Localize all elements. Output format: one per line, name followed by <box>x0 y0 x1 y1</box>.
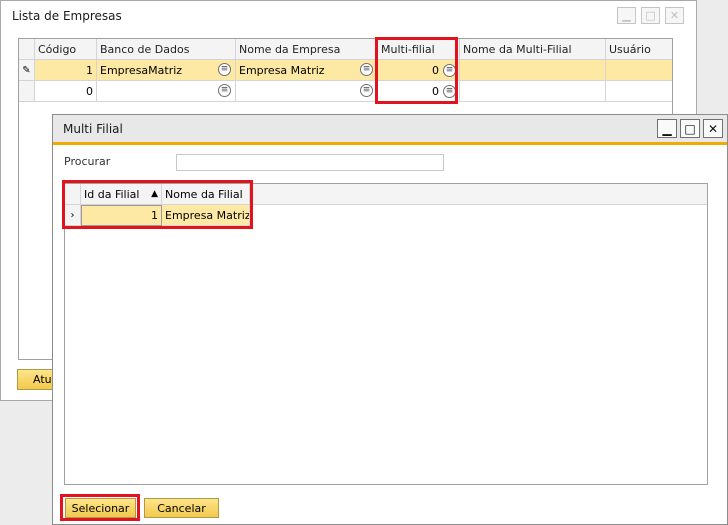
companies-window-titlebar: Lista de Empresas ▁ □ ✕ <box>1 1 696 31</box>
edit-pencil-icon: ✎ <box>19 60 35 81</box>
maximize-icon[interactable]: □ <box>641 7 660 24</box>
filial-grid-header: Id da Filial ▲ Nome da Filial <box>65 184 707 205</box>
cell-multi-filial-value: 0 <box>432 63 439 77</box>
cell-multi-filial[interactable]: 0 ≡ <box>378 60 460 81</box>
column-header-multi-filial[interactable]: Multi-filial <box>378 39 460 60</box>
choose-list-icon[interactable]: ≡ <box>443 63 456 77</box>
companies-window-title: Lista de Empresas <box>12 9 122 23</box>
cell-codigo[interactable]: 1 <box>35 60 97 81</box>
cell-multi-filial[interactable]: 0 ≡ <box>378 81 460 102</box>
cell-nome-da-empresa-value: Empresa Matriz <box>239 63 325 77</box>
row-pointer-icon[interactable]: › <box>65 205 81 226</box>
search-label: Procurar <box>64 155 111 168</box>
column-header-id-da-filial-label: Id da Filial <box>84 187 140 201</box>
cell-banco-de-dados[interactable]: EmpresaMatriz ≡ <box>97 60 236 81</box>
column-header-nome-da-filial[interactable]: Nome da Filial <box>162 184 250 205</box>
choose-list-icon[interactable]: ≡ <box>360 63 373 76</box>
choose-list-icon[interactable]: ≡ <box>218 84 231 97</box>
column-header-filler <box>250 184 707 205</box>
choose-list-icon[interactable]: ≡ <box>443 84 456 98</box>
cell-codigo[interactable]: 0 <box>35 81 97 102</box>
cell-nome-da-multi-filial[interactable] <box>460 81 606 102</box>
row-header[interactable] <box>19 81 35 102</box>
cell-banco-de-dados[interactable]: ≡ <box>97 81 236 102</box>
cell-usuario[interactable] <box>606 81 672 102</box>
cell-banco-de-dados-value: EmpresaMatriz <box>100 63 183 77</box>
row-filler <box>250 205 707 226</box>
choose-list-icon[interactable]: ≡ <box>218 63 231 76</box>
multi-filial-window-titlebar: Multi Filial ▁ □ ✕ <box>53 115 727 145</box>
update-button[interactable]: Atualizar <box>17 369 57 390</box>
choose-list-icon[interactable]: ≡ <box>360 84 373 97</box>
minimize-icon[interactable]: ▁ <box>657 119 677 138</box>
table-row[interactable]: › 1 Empresa Matriz <box>65 205 707 226</box>
cell-nome-da-empresa[interactable]: Empresa Matriz ≡ <box>236 60 378 81</box>
close-icon[interactable]: ✕ <box>665 7 684 24</box>
row-header-corner <box>19 39 35 60</box>
blank-area <box>597 497 697 523</box>
column-header-codigo[interactable]: Código <box>35 39 97 60</box>
table-row[interactable]: 0 ≡ ≡ 0 ≡ <box>19 81 672 102</box>
multi-filial-window: Multi Filial ▁ □ ✕ Procurar Id da Filial… <box>52 114 728 525</box>
search-input[interactable] <box>176 154 444 171</box>
minimize-icon[interactable]: ▁ <box>617 7 636 24</box>
column-header-banco-de-dados[interactable]: Banco de Dados <box>97 39 236 60</box>
column-header-usuario[interactable]: Usuário <box>606 39 672 60</box>
close-icon[interactable]: ✕ <box>703 119 723 138</box>
cancel-button[interactable]: Cancelar <box>144 498 219 518</box>
select-button[interactable]: Selecionar <box>65 498 136 518</box>
multi-filial-window-title: Multi Filial <box>63 122 123 136</box>
cell-nome-da-multi-filial[interactable] <box>460 60 606 81</box>
cell-nome-da-empresa[interactable]: ≡ <box>236 81 378 102</box>
filial-grid: Id da Filial ▲ Nome da Filial › 1 Empres… <box>64 183 708 485</box>
cell-id-da-filial[interactable]: 1 <box>81 205 162 226</box>
column-header-id-da-filial[interactable]: Id da Filial ▲ <box>81 184 162 205</box>
table-row[interactable]: ✎ 1 EmpresaMatriz ≡ Empresa Matriz ≡ 0 ≡ <box>19 60 672 81</box>
column-header-nome-da-multi-filial[interactable]: Nome da Multi-Filial <box>460 39 606 60</box>
cell-nome-da-filial[interactable]: Empresa Matriz <box>162 205 250 226</box>
row-header-corner <box>65 184 81 205</box>
cell-usuario[interactable] <box>606 60 672 81</box>
maximize-icon[interactable]: □ <box>680 119 700 138</box>
companies-grid-header: Código Banco de Dados Nome da Empresa Mu… <box>19 39 672 60</box>
sort-ascending-icon: ▲ <box>151 189 158 199</box>
cell-multi-filial-value: 0 <box>432 84 439 98</box>
column-header-nome-da-empresa[interactable]: Nome da Empresa <box>236 39 378 60</box>
